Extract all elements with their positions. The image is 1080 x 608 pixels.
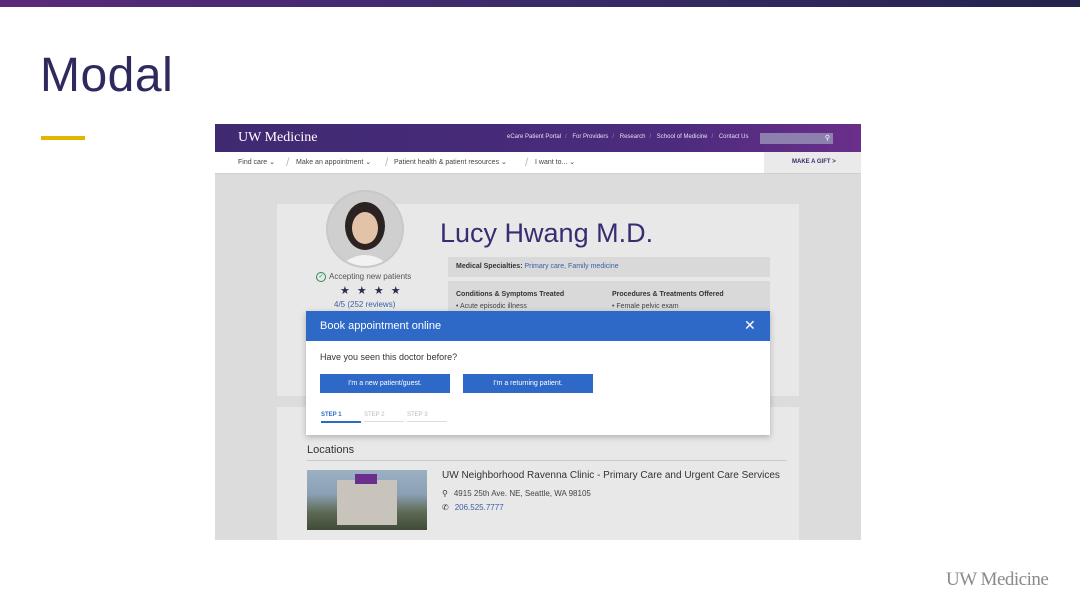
step-2: STEP 2 [364, 412, 404, 422]
procedures-item: • Female pelvic exam [612, 303, 679, 310]
locations-title: Locations [307, 444, 355, 456]
link-research[interactable]: Research [620, 134, 646, 140]
link-school[interactable]: School of Medicine [657, 134, 708, 140]
doctor-avatar [326, 190, 404, 268]
specialties-value[interactable]: Primary care, Family medicine [524, 263, 618, 270]
conditions-item: • Acute episodic illness [456, 303, 527, 310]
new-patient-button[interactable]: I'm a new patient/guest. [320, 374, 450, 393]
step-indicator: STEP 1 STEP 2 STEP 3 [321, 412, 450, 423]
top-links: eCare Patient Portal / For Providers / Res… [507, 134, 749, 140]
make-gift-button[interactable]: MAKE A GIFT > [764, 152, 861, 173]
modal-title: Book appointment online [320, 320, 442, 332]
nav-patient-resources[interactable]: Patient health & patient resources ⌄ [394, 158, 507, 166]
rating-reviews-link[interactable]: 4/5 (252 reviews) [334, 300, 395, 309]
doctor-photo [328, 192, 402, 266]
modal-header: Book appointment online ✕ [306, 311, 770, 341]
slide-title: Modal [40, 49, 174, 102]
nav-i-want-to[interactable]: I want to... ⌄ [535, 158, 575, 166]
doctor-name: Lucy Hwang M.D. [440, 218, 654, 248]
step-3: STEP 3 [407, 412, 447, 422]
nav-find-care[interactable]: Find care ⌄ [238, 158, 275, 166]
conditions-header: Conditions & Symptoms Treated [456, 291, 565, 298]
search-icon[interactable]: ⚲ [825, 133, 830, 144]
modal-question: Have you seen this doctor before? [320, 352, 458, 362]
check-circle-icon: ✓ [316, 272, 326, 282]
locations-divider [307, 460, 787, 461]
procedures-header: Procedures & Treatments Offered [612, 291, 724, 298]
clinic-name[interactable]: UW Neighborhood Ravenna Clinic - Primary… [442, 470, 780, 481]
close-icon[interactable]: ✕ [744, 317, 756, 334]
site-header: UW Medicine eCare Patient Portal / For Pr… [215, 124, 861, 152]
main-nav: Find care ⌄ / Make an appointment ⌄ / Pa… [215, 152, 861, 174]
slide-top-bar [0, 0, 1080, 7]
accepting-status: ✓ Accepting new patients [316, 272, 411, 282]
website-screenshot: UW Medicine eCare Patient Portal / For Pr… [215, 124, 861, 540]
footer-logo: UW Medicine [946, 569, 1049, 590]
link-contact[interactable]: Contact Us [719, 134, 749, 140]
specialties-label: Medical Specialties: [456, 263, 523, 270]
clinic-phone[interactable]: ✆ 206.525.7777 [442, 503, 504, 512]
clinic-photo [307, 470, 427, 530]
conditions-box: Conditions & Symptoms Treated Procedures… [448, 281, 770, 311]
clinic-address: ⚲ 4915 25th Ave. NE, Seattle, WA 98105 [442, 489, 591, 498]
rating-stars: ★ ★ ★ ★ [340, 285, 403, 297]
search-input[interactable]: ⚲ [760, 133, 833, 144]
returning-patient-button[interactable]: I'm a returning patient. [463, 374, 593, 393]
specialties-box: Medical Specialties: Primary care, Famil… [448, 257, 770, 277]
phone-icon: ✆ [442, 503, 449, 512]
site-logo[interactable]: UW Medicine [238, 130, 317, 146]
title-accent-line [41, 136, 85, 140]
book-appointment-modal: Book appointment online ✕ Have you seen … [306, 311, 770, 435]
step-1: STEP 1 [321, 412, 361, 423]
nav-make-appointment[interactable]: Make an appointment ⌄ [296, 158, 371, 166]
link-providers[interactable]: For Providers [572, 134, 608, 140]
link-ecare[interactable]: eCare Patient Portal [507, 134, 561, 140]
map-pin-icon: ⚲ [442, 489, 448, 498]
